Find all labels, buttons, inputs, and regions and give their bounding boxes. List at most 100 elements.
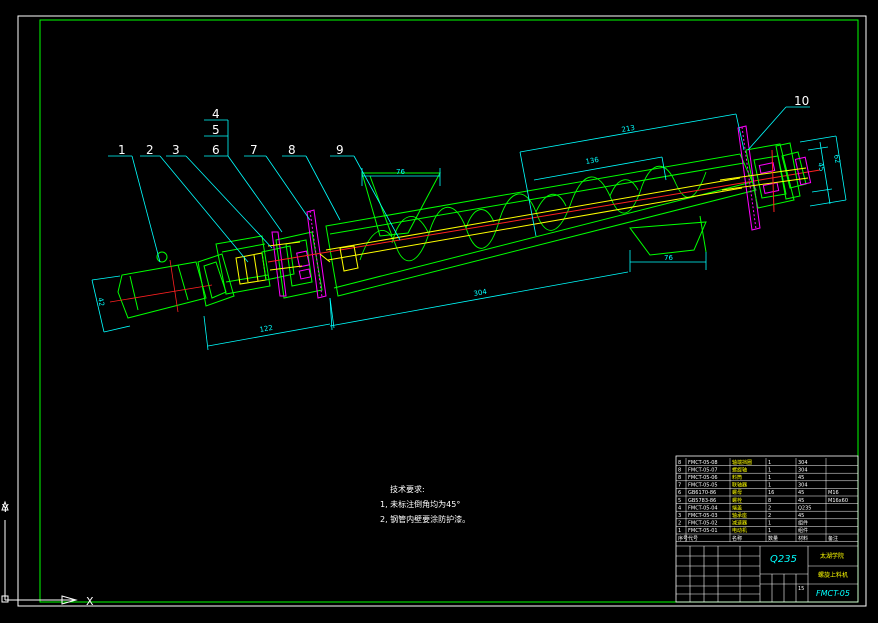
bom-cell: M16x60 [828,498,848,504]
bom-cell: 组件 [798,527,808,534]
technical-notes: 技术要求: 1, 未标注倒角均为45° 2, 钢管内壁要涂防护漆。 [380,484,470,524]
bom-cell: 2 [768,513,771,519]
bom-cell: 序号 [678,535,688,542]
bom-cell: 8 [678,460,681,466]
bom-cell: 6 [678,490,681,496]
balloon-numbers: 1 2 3 4 5 6 7 8 9 10 [118,94,809,157]
bom-cell: FMCT-05-03 [688,513,718,519]
bom-cell: 轴承座 [732,512,747,519]
cad-viewport[interactable]: 76 213 136 76 304 122 42 45 62 1 2 3 4 5… [0,0,878,619]
bom-cell: 轴端挡圈 [732,459,752,466]
bom-cell: 联轴器 [732,482,747,489]
dim-76-bottom: 76 [664,254,673,262]
bom-cell: 304 [798,483,808,489]
balloon-8: 8 [288,143,296,157]
bom-cell: 1 [768,475,771,481]
balloon-2: 2 [146,143,154,157]
bom-row: 5 GB5783-86 螺栓 8 45 M16x60 [678,497,848,504]
right-bearing-housing [719,125,812,231]
ucs-y-label: Y [1,502,9,515]
bom-cell: 3 [678,513,681,519]
bom-cell: FMCT-05-07 [688,467,718,473]
bom-row: 6 GB6170-86 螺母 16 45 M16 [678,489,839,496]
bom-row: 8 FMCT-05-07 螺旋轴 1 304 [678,466,808,473]
dim-136: 136 [585,156,600,166]
bom-cell: FMCT-05-05 [688,483,718,489]
motor [109,251,213,319]
dim-62-right: 62 [832,154,842,164]
bom-row: 2 FMCT-05-02 减速器 1 组件 [678,520,808,527]
bom-cell: 1 [678,528,681,534]
drawing-number: FMCT-05 [816,589,850,598]
bom-cell: 组件 [798,520,808,527]
bom-cell: 7 [678,483,681,489]
bom-cell: 8 [768,498,771,504]
reducer [197,235,271,307]
balloon-9: 9 [336,143,344,157]
bom-cell: 8 [678,475,681,481]
bom-cell: 数量 [768,535,778,542]
bom-cell: 1 [768,528,771,534]
bom-row: 8 FMCT-05-08 轴端挡圈 1 304 [678,459,808,466]
balloon-1: 1 [118,143,126,157]
balloon-5: 5 [212,123,220,137]
bom-cell: M16 [828,490,839,496]
bom-table: 8 FMCT-05-08 轴端挡圈 1 304 8 FMCT-05-07 螺旋轴 1 304 8 FM… [675,455,859,603]
bom-cell: 16 [768,490,774,496]
unit-name: 太湖学院 [820,552,844,560]
bom-cell: 45 [798,498,804,504]
balloon-6: 6 [212,143,220,157]
bom-cell: 名称 [732,535,742,542]
balloon-4: 4 [212,107,220,121]
conveyor-tube [325,153,757,297]
bom-cell: 电动机 [732,527,747,534]
bom-cell: 304 [798,467,808,473]
bom-cell: 45 [798,490,804,496]
bom-cell: 备注 [828,535,838,542]
bom-cell: FMCT-05-06 [688,475,718,481]
bom-cell: 材料 [798,535,808,542]
screw-shaft [267,169,821,272]
material-label: Q235 [770,554,797,565]
bom-cell: FMCT-05-01 [688,528,718,534]
bom-cell: 代号 [688,535,698,542]
bom-header-row: 序号 代号 名称 数量 材料 备注 [678,535,838,542]
notes-line-2: 2, 钢管内壁要涂防护漆。 [380,514,470,524]
drawing-name: 螺旋上料机 [818,571,848,579]
bom-cell: 4 [678,505,681,511]
dim-76-top: 76 [396,168,405,176]
dimension-lines [91,113,847,351]
bom-row: 3 FMCT-05-03 轴承座 2 45 [678,512,804,519]
bom-cell: 2 [768,505,771,511]
bom-cell: 1 [768,483,771,489]
bom-row: 8 FMCT-05-06 料筒 1 45 [678,474,804,481]
bom-cell: 1 [768,460,771,466]
bom-cell: 螺母 [732,489,742,496]
bom-cell: GB6170-86 [688,490,716,496]
bom-cell: 端盖 [732,504,742,511]
balloon-3: 3 [172,143,180,157]
dim-304: 304 [473,288,488,298]
bom-row: 7 FMCT-05-05 联轴器 1 304 [678,482,808,489]
bom-cell: Q235 [798,505,811,511]
assembly-drawing: 76 213 136 76 304 122 42 45 62 1 2 3 4 5… [1,15,867,608]
bom-cell: 1 [768,467,771,473]
bom-row: 1 FMCT-05-01 电动机 1 组件 [678,527,808,534]
bom-cell: 8 [678,467,681,473]
bom-cell: 料筒 [732,474,742,481]
scale-value: 15 [798,586,804,592]
bom-cell: 螺栓 [732,497,742,504]
bom-cell: 1 [768,521,771,527]
bom-cell: FMCT-05-02 [688,521,718,527]
bom-cell: 减速器 [732,520,747,527]
bom-cell: 5 [678,498,681,504]
notes-line-1: 1, 未标注倒角均为45° [380,499,460,509]
ucs-x-label: X [86,595,94,608]
notes-title: 技术要求: [390,484,425,494]
bom-cell: FMCT-05-08 [688,460,718,466]
bom-cell: 45 [798,475,804,481]
bom-cell: GB5783-86 [688,498,716,504]
balloon-7: 7 [250,143,258,157]
bom-cell: 螺旋轴 [732,466,747,473]
dim-122: 122 [259,324,274,334]
